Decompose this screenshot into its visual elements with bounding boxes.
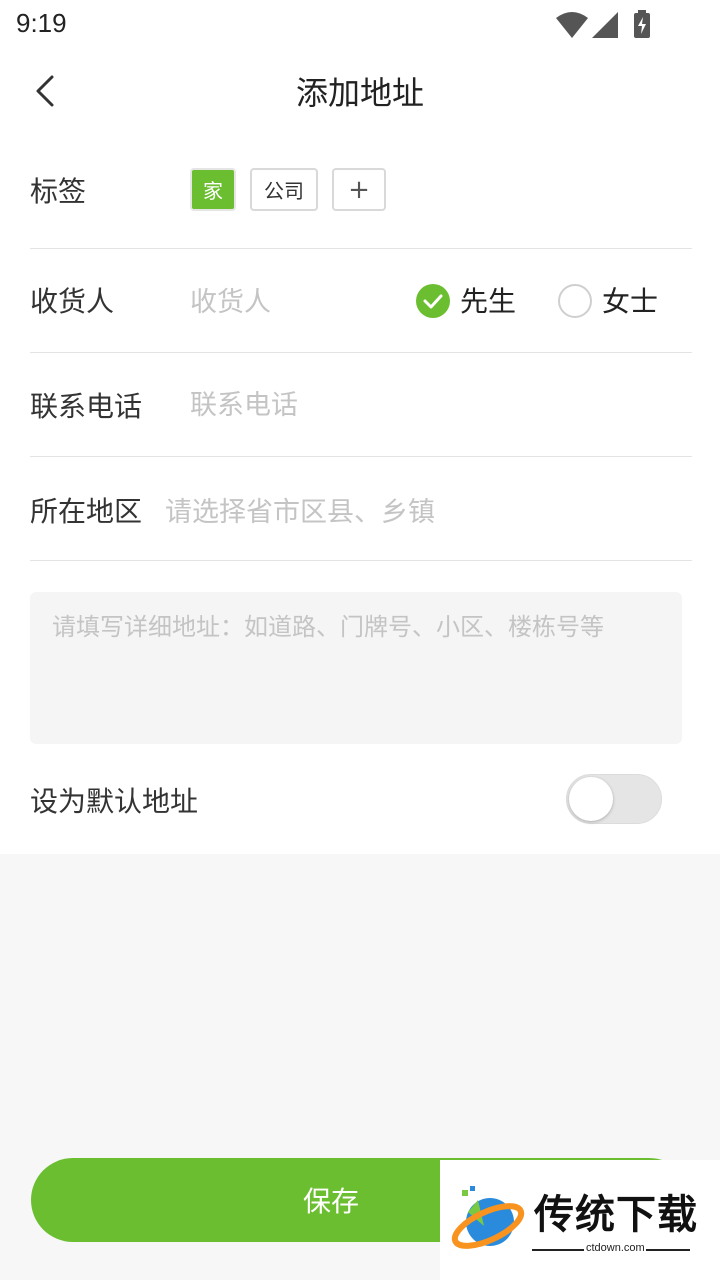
cellular-signal-icon (592, 12, 618, 38)
region-label: 所在地区 (30, 495, 143, 528)
address-detail-input[interactable]: 请填写详细地址：如道路、门牌号、小区、楼栋号等 (30, 592, 682, 744)
watermark: 传统下载 ctdown.com (440, 1160, 720, 1280)
watermark-line (646, 1249, 690, 1251)
checkmark-icon (423, 294, 443, 309)
phone-label: 联系电话 (30, 390, 143, 423)
divider (30, 248, 692, 249)
watermark-url: ctdown.com (586, 1242, 645, 1254)
divider (30, 456, 692, 457)
radio-ms[interactable] (558, 284, 592, 318)
radio-mr-label[interactable]: 先生 (460, 280, 516, 320)
phone-input[interactable]: 联系电话 (190, 383, 298, 422)
watermark-text: 传统下载 (534, 1192, 698, 1238)
tag-company[interactable]: 公司 (250, 168, 318, 211)
divider (30, 560, 692, 561)
watermark-logo-icon (451, 1186, 525, 1249)
watermark-line (532, 1249, 584, 1251)
region-selector[interactable]: 请选择省市区县、乡镇 (165, 490, 435, 529)
status-time: 9:19 (16, 8, 67, 38)
receiver-label: 收货人 (30, 285, 115, 318)
toggle-knob (569, 777, 613, 821)
page-title: 添加地址 (295, 74, 424, 112)
status-icons (556, 10, 666, 38)
plus-icon: + (348, 174, 370, 205)
address-detail-placeholder: 请填写详细地址：如道路、门牌号、小区、楼栋号等 (52, 613, 604, 641)
tag-home[interactable]: 家 (190, 168, 236, 211)
radio-mr[interactable] (416, 284, 450, 318)
default-address-label: 设为默认地址 (30, 785, 199, 818)
tag-label: 标签 (30, 175, 87, 208)
battery-icon (634, 10, 650, 38)
status-bar: 9:19 (0, 0, 720, 50)
default-address-toggle[interactable] (566, 774, 662, 824)
add-tag-button[interactable]: + (332, 168, 386, 211)
receiver-input[interactable]: 收货人 (190, 280, 271, 319)
divider (30, 352, 692, 353)
radio-ms-label[interactable]: 女士 (602, 280, 658, 320)
wifi-icon (556, 12, 588, 38)
